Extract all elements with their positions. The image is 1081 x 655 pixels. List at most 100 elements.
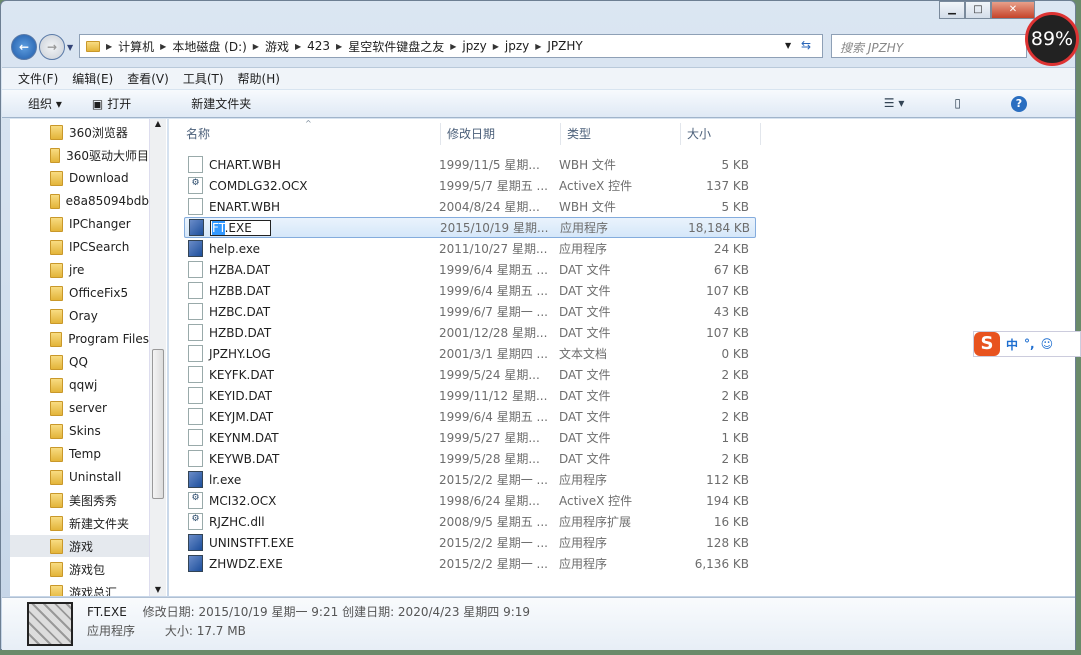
rename-input[interactable]: FT.EXE bbox=[210, 219, 271, 236]
scroll-up-icon[interactable]: ▲ bbox=[150, 119, 166, 128]
file-row[interactable]: KEYWB.DAT 1999/5/28 星期... DAT 文件 2 KB bbox=[184, 448, 756, 469]
performance-gauge[interactable]: 89% bbox=[1025, 12, 1079, 66]
sidebar-item[interactable]: Skins bbox=[10, 420, 149, 442]
breadcrumb-0[interactable]: 计算机 bbox=[118, 38, 154, 55]
file-row[interactable]: ZHWDZ.EXE 2015/2/2 星期一 ... 应用程序 6,136 KB bbox=[184, 553, 756, 574]
ime-emoji-icon[interactable]: ☺ bbox=[1041, 337, 1054, 351]
sidebar-item[interactable]: 新建文件夹 bbox=[10, 512, 149, 534]
breadcrumb-separator-icon[interactable]: ▶ bbox=[160, 42, 166, 51]
sidebar-item[interactable]: 360浏览器 bbox=[10, 121, 149, 143]
sogou-logo-icon[interactable]: S bbox=[974, 332, 1000, 356]
sidebar-item[interactable]: 美图秀秀 bbox=[10, 489, 149, 511]
file-row[interactable]: HZBA.DAT 1999/6/4 星期五 ... DAT 文件 67 KB bbox=[184, 259, 756, 280]
sidebar-item[interactable]: qqwj bbox=[10, 374, 149, 396]
sidebar-item[interactable]: IPChanger bbox=[10, 213, 149, 235]
help-icon[interactable]: ? bbox=[1011, 96, 1027, 112]
file-date: 1999/6/4 星期五 ... bbox=[439, 410, 548, 424]
column-type[interactable]: 类型 bbox=[561, 123, 681, 145]
file-row[interactable]: HZBD.DAT 2001/12/28 星期... DAT 文件 107 KB bbox=[184, 322, 756, 343]
minimize-button[interactable]: ▁ bbox=[939, 1, 965, 19]
ime-lang-toggle[interactable]: 中 bbox=[1006, 336, 1018, 353]
menu-item-3[interactable]: 工具(T) bbox=[183, 70, 224, 87]
file-row[interactable]: help.exe 2011/10/27 星期... 应用程序 24 KB bbox=[184, 238, 756, 259]
sidebar-item[interactable]: Temp bbox=[10, 443, 149, 465]
file-row[interactable]: ENART.WBH 2004/8/24 星期... WBH 文件 5 KB bbox=[184, 196, 756, 217]
column-size[interactable]: 大小 bbox=[681, 123, 761, 145]
sidebar-item[interactable]: jre bbox=[10, 259, 149, 281]
sidebar-item[interactable]: 游戏包 bbox=[10, 558, 149, 580]
sidebar-scrollbar[interactable]: ▲ ▼ bbox=[149, 119, 166, 596]
column-date[interactable]: 修改日期 bbox=[441, 123, 561, 145]
open-button[interactable]: ▣ 打开 bbox=[92, 95, 161, 112]
file-date: 2015/2/2 星期一 ... bbox=[439, 557, 548, 571]
file-row[interactable]: ⚙ MCI32.OCX 1998/6/24 星期... ActiveX 控件 194 K… bbox=[184, 490, 756, 511]
refresh-icon[interactable]: ⇆ bbox=[801, 38, 811, 52]
close-button[interactable]: ✕ bbox=[991, 1, 1035, 19]
sidebar-item[interactable]: server bbox=[10, 397, 149, 419]
forward-button[interactable]: → bbox=[39, 34, 65, 60]
scrollbar-thumb[interactable] bbox=[152, 349, 164, 499]
file-row[interactable]: HZBB.DAT 1999/6/4 星期五 ... DAT 文件 107 KB bbox=[184, 280, 756, 301]
scroll-down-icon[interactable]: ▼ bbox=[150, 585, 166, 594]
sidebar-item[interactable]: 360驱动大师目 bbox=[10, 144, 149, 166]
sidebar-item[interactable]: OfficeFix5 bbox=[10, 282, 149, 304]
breadcrumb-7[interactable]: JPZHY bbox=[547, 39, 582, 53]
back-button[interactable]: ← bbox=[11, 34, 37, 60]
preview-pane-icon[interactable]: ▯ bbox=[954, 96, 961, 112]
sidebar-item-label: 游戏总汇 bbox=[69, 585, 118, 597]
sidebar-item[interactable]: e8a85094bdb bbox=[10, 190, 149, 212]
file-date: 1999/5/27 星期... bbox=[439, 431, 540, 445]
new-folder-button[interactable]: 新建文件夹 bbox=[191, 95, 251, 112]
file-row[interactable]: CHART.WBH 1999/11/5 星期... WBH 文件 5 KB bbox=[184, 154, 756, 175]
ime-punct-toggle[interactable]: °, bbox=[1024, 337, 1035, 351]
history-dropdown-icon[interactable]: ▼ bbox=[67, 43, 73, 52]
file-row[interactable]: ⚙ COMDLG32.OCX 1999/5/7 星期五 ... ActiveX 控件 1… bbox=[184, 175, 756, 196]
sidebar-item[interactable]: Download bbox=[10, 167, 149, 189]
search-input[interactable]: 搜索 JPZHY bbox=[831, 34, 1027, 58]
sidebar-item[interactable]: 游戏 bbox=[10, 535, 149, 557]
breadcrumb-separator-icon[interactable]: ▶ bbox=[253, 42, 259, 51]
address-bar[interactable]: ▶ 计算机 ▶ 本地磁盘 (D:) ▶ 游戏 ▶ 423 ▶ 星空软件键盘之友 ▶ jpzy ▶ jpzy… bbox=[79, 34, 823, 58]
breadcrumb-separator-icon[interactable]: ▶ bbox=[535, 42, 541, 51]
sidebar-item[interactable]: Program Files bbox=[10, 328, 149, 350]
breadcrumb-2[interactable]: 游戏 bbox=[265, 38, 289, 55]
maximize-button[interactable]: □ bbox=[965, 1, 991, 19]
file-row[interactable]: ⚙ RJZHC.dll 2008/9/5 星期五 ... 应用程序扩展 16 KB bbox=[184, 511, 756, 532]
breadcrumb-separator-icon[interactable]: ▶ bbox=[450, 42, 456, 51]
menu-item-4[interactable]: 帮助(H) bbox=[238, 70, 280, 87]
file-row[interactable]: KEYID.DAT 1999/11/12 星期... DAT 文件 2 KB bbox=[184, 385, 756, 406]
sidebar-item[interactable]: 游戏总汇 bbox=[10, 581, 149, 596]
breadcrumb-separator-icon[interactable]: ▶ bbox=[106, 42, 112, 51]
file-row[interactable]: KEYJM.DAT 1999/6/4 星期五 ... DAT 文件 2 KB bbox=[184, 406, 756, 427]
file-row[interactable]: UNINSTFT.EXE 2015/2/2 星期一 ... 应用程序 128 KB bbox=[184, 532, 756, 553]
view-options-icon[interactable]: ☰ ▾ bbox=[884, 96, 905, 112]
sidebar-item[interactable]: Uninstall bbox=[10, 466, 149, 488]
sidebar-item-label: QQ bbox=[69, 355, 88, 369]
sidebar-item[interactable]: IPCSearch bbox=[10, 236, 149, 258]
menu-item-2[interactable]: 查看(V) bbox=[127, 70, 169, 87]
breadcrumb-separator-icon[interactable]: ▶ bbox=[295, 42, 301, 51]
sidebar-item[interactable]: QQ bbox=[10, 351, 149, 373]
file-row[interactable]: FT.EXE 2015/10/19 星期... 应用程序 18,184 KB bbox=[184, 217, 756, 238]
breadcrumb-3[interactable]: 423 bbox=[307, 39, 330, 53]
address-dropdown-icon[interactable]: ▼ bbox=[785, 41, 791, 50]
breadcrumb-1[interactable]: 本地磁盘 (D:) bbox=[172, 38, 246, 55]
breadcrumb-4[interactable]: 星空软件键盘之友 bbox=[348, 38, 444, 55]
menu-item-1[interactable]: 编辑(E) bbox=[72, 70, 113, 87]
detail-created: 创建日期: 2020/4/23 星期四 9:19 bbox=[342, 605, 531, 619]
file-row[interactable]: lr.exe 2015/2/2 星期一 ... 应用程序 112 KB bbox=[184, 469, 756, 490]
file-size: 6,136 KB bbox=[694, 556, 749, 571]
breadcrumb-separator-icon[interactable]: ▶ bbox=[493, 42, 499, 51]
breadcrumb-5[interactable]: jpzy bbox=[462, 39, 486, 53]
file-row[interactable]: KEYFK.DAT 1999/5/24 星期... DAT 文件 2 KB bbox=[184, 364, 756, 385]
breadcrumb-6[interactable]: jpzy bbox=[505, 39, 529, 53]
organize-button[interactable]: 组织 ▾ bbox=[28, 95, 62, 112]
sidebar-item[interactable]: Oray bbox=[10, 305, 149, 327]
file-row[interactable]: KEYNM.DAT 1999/5/27 星期... DAT 文件 1 KB bbox=[184, 427, 756, 448]
column-name[interactable]: 名称 bbox=[180, 123, 441, 145]
breadcrumb-separator-icon[interactable]: ▶ bbox=[336, 42, 342, 51]
file-row[interactable]: HZBC.DAT 1999/6/7 星期一 ... DAT 文件 43 KB bbox=[184, 301, 756, 322]
file-row[interactable]: JPZHY.LOG 2001/3/1 星期四 ... 文本文档 0 KB bbox=[184, 343, 756, 364]
menu-item-0[interactable]: 文件(F) bbox=[18, 70, 58, 87]
file-list: ^ 名称 修改日期 类型 大小 CHART.WBH 1999/11/5 星期...… bbox=[169, 119, 1075, 596]
